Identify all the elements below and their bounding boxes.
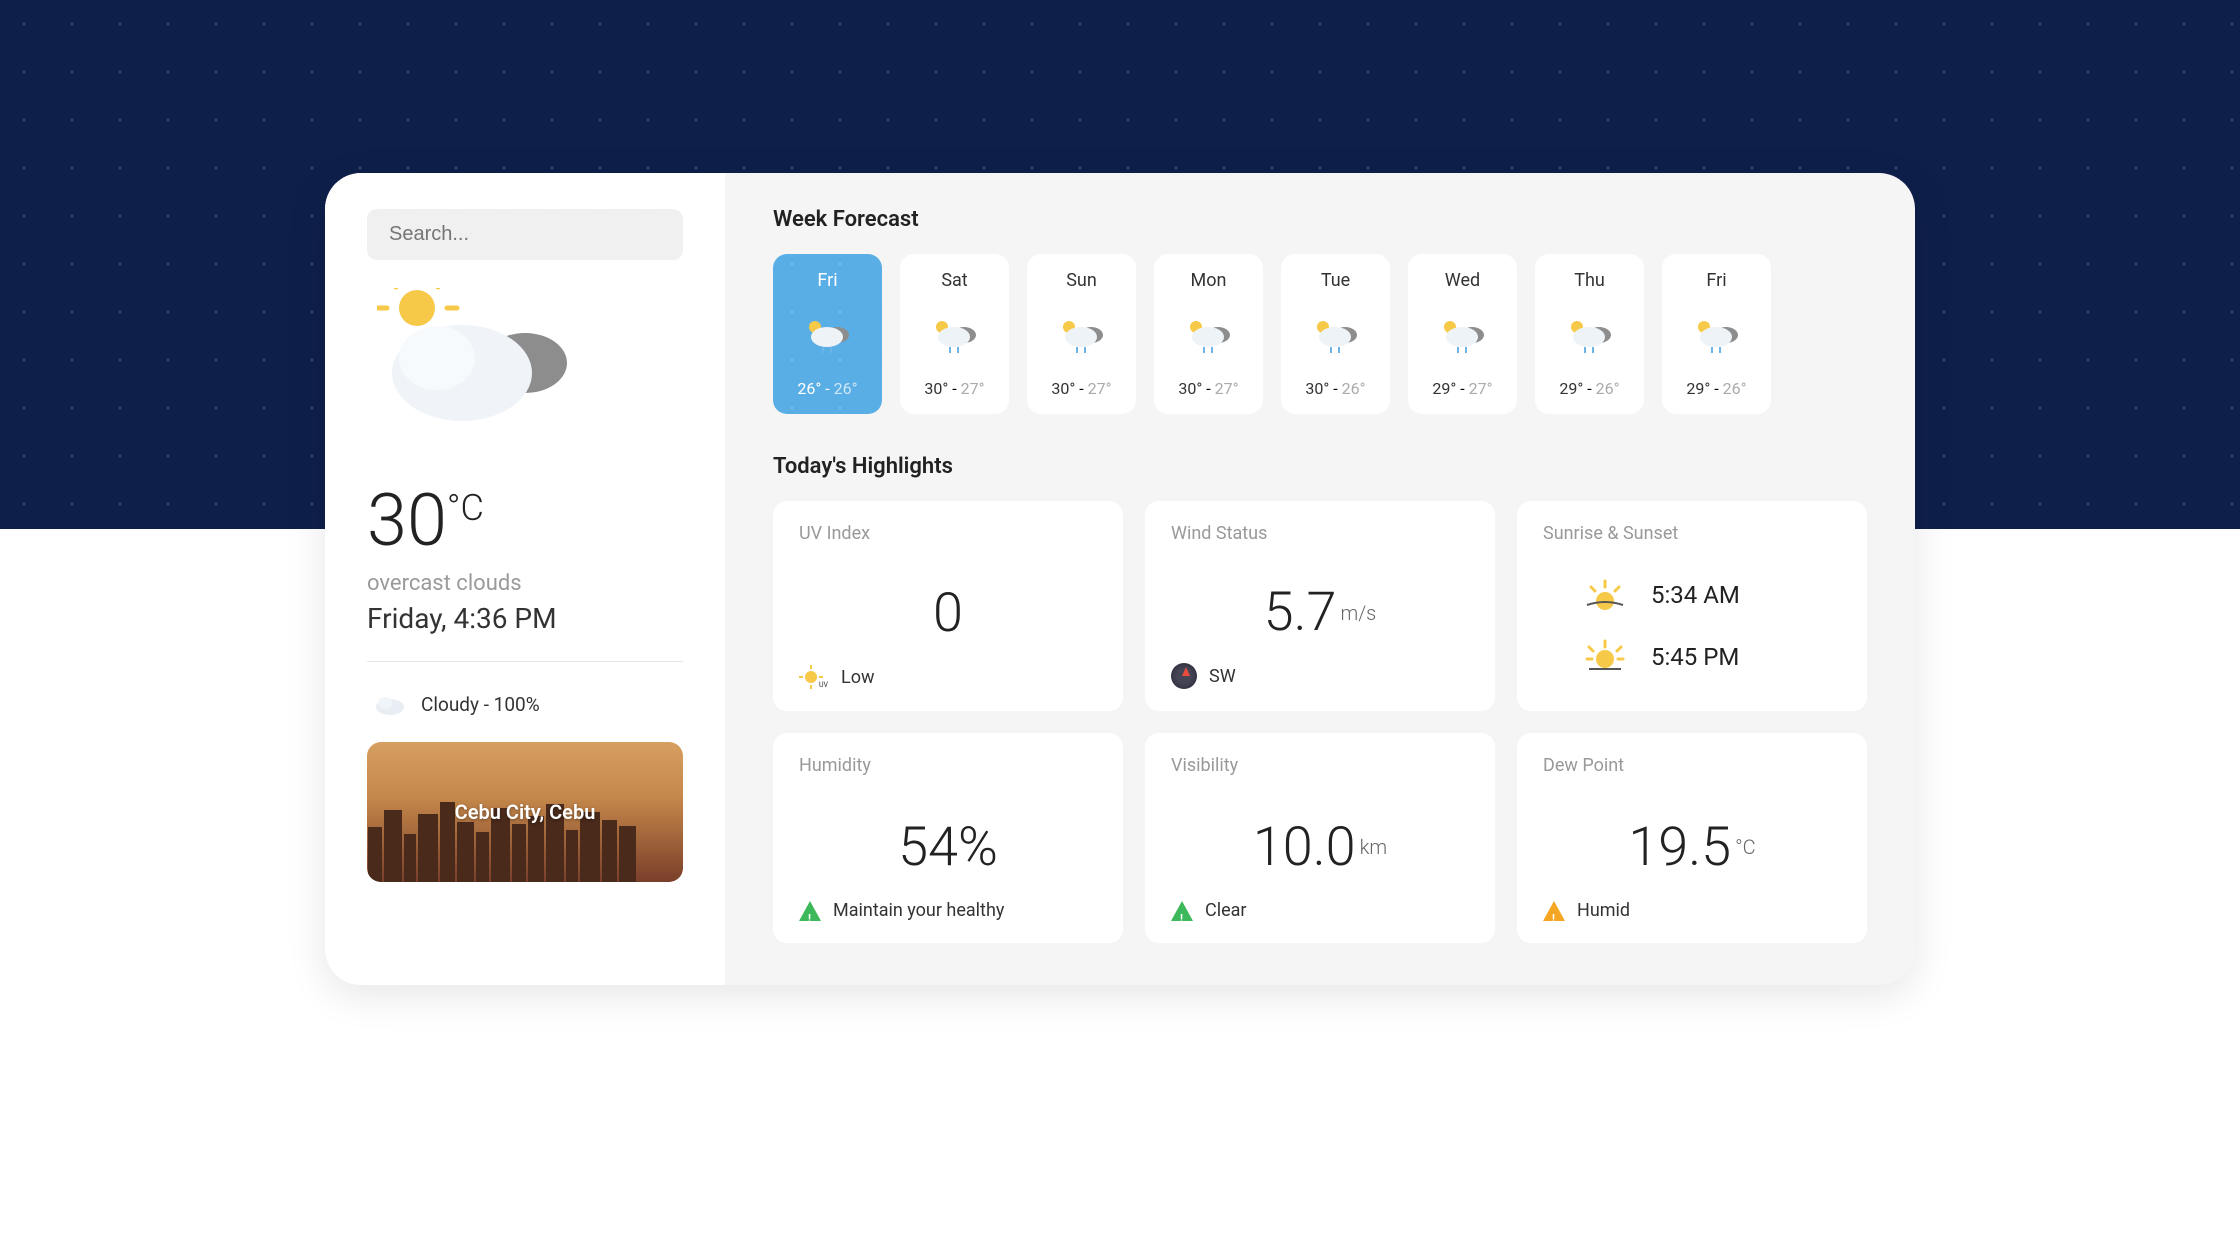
wind-direction: SW <box>1209 666 1236 687</box>
city-name: Cebu City, Cebu <box>455 800 596 824</box>
forecast-day-card[interactable]: Mon 30° - 27° <box>1154 254 1263 414</box>
weather-mini-icon <box>1055 315 1109 355</box>
day-name: Sun <box>1066 270 1097 291</box>
forecast-day-card[interactable]: Wed 29° - 27° <box>1408 254 1517 414</box>
day-temps: 29° - 26° <box>1559 379 1619 398</box>
dew-status: Humid <box>1577 900 1630 921</box>
humidity-status: Maintain your healthy <box>833 900 1004 921</box>
day-temps: 30° - 27° <box>1178 379 1238 398</box>
card-title: Dew Point <box>1543 755 1841 776</box>
alert-icon: ! <box>1543 901 1565 921</box>
cloud-label: Cloudy - 100% <box>421 693 540 716</box>
forecast-day-card[interactable]: Thu 29° - 26° <box>1535 254 1644 414</box>
sunrise-sunset-card: Sunrise & Sunset 5:34 AM <box>1517 501 1867 711</box>
search-input[interactable] <box>367 209 683 260</box>
day-temps: 29° - 27° <box>1432 379 1492 398</box>
sunset-time: 5:45 PM <box>1651 643 1739 671</box>
compass-icon <box>1171 663 1197 689</box>
sunset-icon <box>1583 639 1627 675</box>
day-temps: 30° - 27° <box>924 379 984 398</box>
visibility-status: Clear <box>1205 900 1247 921</box>
cloud-icon <box>373 692 407 716</box>
day-name: Mon <box>1191 270 1227 291</box>
wind-value: 5.7m/s <box>1171 562 1469 663</box>
visibility-card: Visibility 10.0km ! Clear <box>1145 733 1495 943</box>
temp-unit: °C <box>447 487 484 529</box>
sunrise-icon <box>1583 577 1627 613</box>
card-title: Sunrise & Sunset <box>1543 523 1841 544</box>
card-title: Visibility <box>1171 755 1469 776</box>
day-temps: 26° - 26° <box>797 379 857 398</box>
wind-status-card: Wind Status 5.7m/s SW <box>1145 501 1495 711</box>
humidity-value: 54% <box>799 794 1097 900</box>
alert-icon: ! <box>1171 901 1193 921</box>
weather-mini-icon <box>1690 315 1744 355</box>
weather-mini-icon <box>1182 315 1236 355</box>
alert-icon: ! <box>799 901 821 921</box>
day-name: Fri <box>817 270 837 291</box>
sunrise-row: 5:34 AM <box>1583 577 1841 613</box>
sunrise-time: 5:34 AM <box>1651 581 1740 609</box>
card-title: Humidity <box>799 755 1097 776</box>
uv-icon: UV <box>799 665 829 689</box>
weather-card: 30°C overcast clouds Friday, 4:36 PM Clo… <box>325 173 1915 985</box>
sunset-row: 5:45 PM <box>1583 639 1841 675</box>
day-name: Thu <box>1574 270 1605 291</box>
weather-mini-icon <box>928 315 982 355</box>
day-name: Sat <box>941 270 967 291</box>
uv-index-card: UV Index 0 UV Low <box>773 501 1123 711</box>
weather-mini-icon <box>1309 315 1363 355</box>
uv-value: 0 <box>799 562 1097 665</box>
temp-value: 30 <box>367 478 447 563</box>
day-name: Fri <box>1706 270 1726 291</box>
day-name: Tue <box>1321 270 1350 291</box>
humidity-card: Humidity 54% ! Maintain your healthy <box>773 733 1123 943</box>
card-title: Wind Status <box>1171 523 1469 544</box>
cloud-coverage-row: Cloudy - 100% <box>367 692 683 716</box>
forecast-day-card[interactable]: Sun 30° - 27° <box>1027 254 1136 414</box>
card-title: UV Index <box>799 523 1097 544</box>
weather-mini-icon <box>801 315 855 355</box>
forecast-row: Fri 26° - 26° Sat 30° - 27° Sun 30° - 2 <box>773 254 1867 414</box>
forecast-day-card[interactable]: Tue 30° - 26° <box>1281 254 1390 414</box>
highlights-title: Today's Highlights <box>773 454 1867 479</box>
dew-point-card: Dew Point 19.5°C ! Humid <box>1517 733 1867 943</box>
forecast-day-card[interactable]: Fri 26° - 26° <box>773 254 882 414</box>
day-temps: 29° - 26° <box>1686 379 1746 398</box>
current-temperature: 30°C <box>367 478 683 563</box>
highlights-grid: UV Index 0 UV Low Wind Status 5.7m/s <box>773 501 1867 943</box>
forecast-title: Week Forecast <box>773 207 1867 232</box>
weather-mini-icon <box>1436 315 1490 355</box>
forecast-day-card[interactable]: Fri 29° - 26° <box>1662 254 1771 414</box>
sidebar: 30°C overcast clouds Friday, 4:36 PM Clo… <box>325 173 725 985</box>
day-name: Wed <box>1445 270 1480 291</box>
svg-text:UV: UV <box>819 681 829 689</box>
main-panel: Week Forecast Fri 26° - 26° Sat 30° - 27… <box>725 173 1915 985</box>
current-datetime: Friday, 4:36 PM <box>367 602 683 635</box>
weather-mini-icon <box>1563 315 1617 355</box>
day-temps: 30° - 27° <box>1051 379 1111 398</box>
dew-value: 19.5°C <box>1543 794 1841 900</box>
weather-hero-icon <box>377 288 597 438</box>
city-card[interactable]: Cebu City, Cebu <box>367 742 683 882</box>
weather-description: overcast clouds <box>367 571 683 596</box>
forecast-day-card[interactable]: Sat 30° - 27° <box>900 254 1009 414</box>
divider <box>367 661 683 662</box>
day-temps: 30° - 26° <box>1305 379 1365 398</box>
uv-status: Low <box>841 667 875 688</box>
visibility-value: 10.0km <box>1171 794 1469 900</box>
